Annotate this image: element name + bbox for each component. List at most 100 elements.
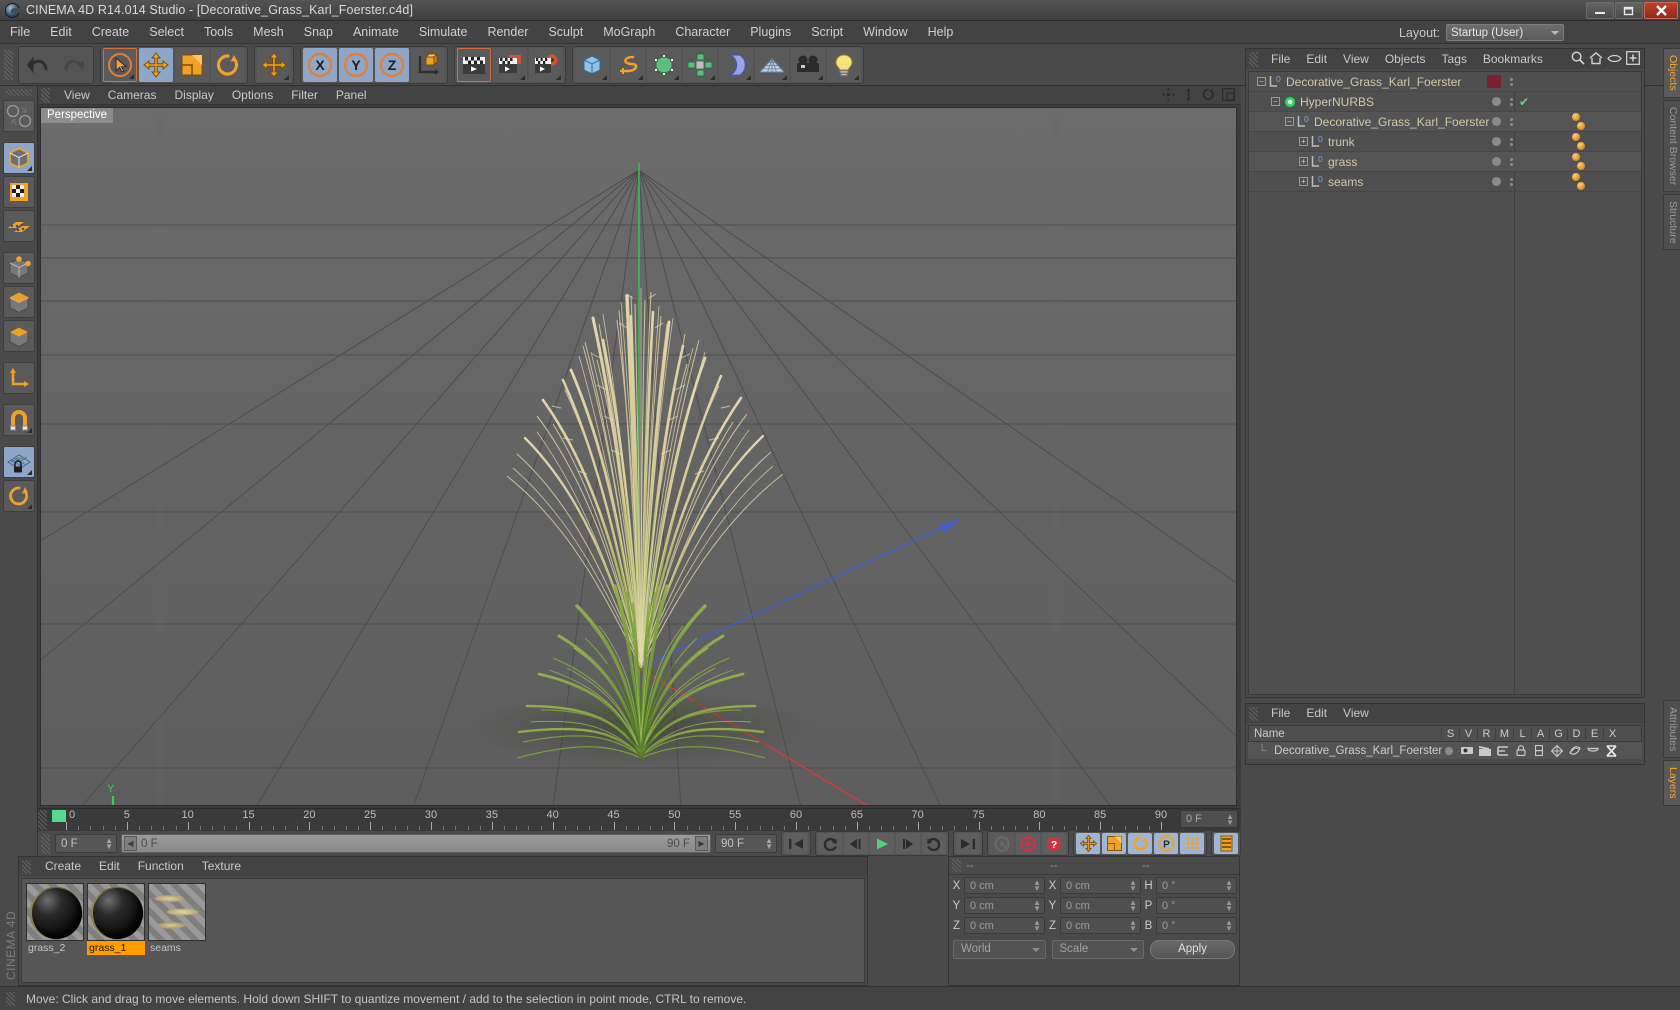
undo-view-button[interactable] xyxy=(2,100,35,132)
workplane-lock-button[interactable] xyxy=(2,446,35,478)
menu-select[interactable]: Select xyxy=(139,21,194,44)
texture-mode-button[interactable] xyxy=(2,176,35,208)
add-camera-button[interactable] xyxy=(791,47,825,82)
layer-menu-edit[interactable]: Edit xyxy=(1298,704,1335,723)
visibility-dot[interactable] xyxy=(1492,117,1501,126)
autokey-button[interactable] xyxy=(990,833,1014,854)
workplane-rotate-button[interactable] xyxy=(2,480,35,512)
layer-expression-cell[interactable] xyxy=(1584,746,1602,755)
select-tool[interactable] xyxy=(103,47,137,82)
visibility-dot[interactable] xyxy=(1492,177,1501,186)
key-parameter-button[interactable]: P xyxy=(1154,833,1178,854)
scrub-right-handle[interactable]: ▶ xyxy=(695,836,708,851)
visibility-dots[interactable] xyxy=(1492,137,1513,146)
object-color-chip[interactable] xyxy=(1487,75,1501,88)
timeline-view-button[interactable] xyxy=(1214,833,1238,854)
add-layer-icon[interactable] xyxy=(1626,51,1640,65)
zoom-view-icon[interactable] xyxy=(1182,88,1195,101)
add-floor-button[interactable] xyxy=(755,47,789,82)
coord-size-y-field[interactable]: 0 cm ▲ ▼ xyxy=(1060,897,1141,914)
material-preview-swatch[interactable] xyxy=(148,883,206,941)
material-menu-edit[interactable]: Edit xyxy=(90,857,129,876)
tab-objects[interactable]: Objects xyxy=(1663,48,1680,98)
status-bar-grip[interactable] xyxy=(6,991,15,1006)
key-position-button[interactable] xyxy=(1076,833,1100,854)
polygon-axis-button[interactable] xyxy=(2,210,35,242)
viewport-menu-view[interactable]: View xyxy=(55,86,99,105)
material-menu-create[interactable]: Create xyxy=(36,857,90,876)
layer-col-g[interactable]: G xyxy=(1549,727,1567,740)
timeline-ruler-body[interactable]: 0 5 10 15 20 25 30 35 40 45 50 55 60 65 70 75 80 85 90 xyxy=(52,809,1241,831)
coord-size-x-field[interactable]: 0 cm ▲ ▼ xyxy=(1060,877,1141,894)
key-pla-button[interactable] xyxy=(1180,833,1204,854)
visibility-toggles[interactable] xyxy=(1510,97,1513,106)
viewport-3d[interactable]: Perspective Y xyxy=(40,107,1237,806)
object-menu-objects[interactable]: Objects xyxy=(1377,49,1434,69)
add-array-button[interactable] xyxy=(683,47,717,82)
spinner-icon[interactable]: ▲ ▼ xyxy=(1033,919,1041,933)
menu-mograph[interactable]: MoGraph xyxy=(593,21,665,44)
layer-manager-cell[interactable] xyxy=(1494,745,1512,756)
viewport-menu-options[interactable]: Options xyxy=(223,86,282,105)
layer-col-a[interactable]: A xyxy=(1531,727,1549,740)
coordinate-system-dropdown[interactable]: World xyxy=(953,939,1046,959)
home-icon[interactable] xyxy=(1589,51,1603,65)
end-frame-field[interactable]: 90 F ▲ ▼ xyxy=(715,834,777,853)
polygon-mode-button[interactable] xyxy=(2,320,35,352)
coord-pos-x-field[interactable]: 0 cm ▲ ▼ xyxy=(964,877,1045,894)
visibility-toggles[interactable] xyxy=(1510,117,1513,126)
add-light-button[interactable] xyxy=(827,47,861,82)
object-menu-bookmarks[interactable]: Bookmarks xyxy=(1475,49,1551,69)
previous-key-button[interactable] xyxy=(818,833,842,854)
layer-menu-file[interactable]: File xyxy=(1263,704,1298,723)
layer-row[interactable]: └ Decorative_Grass_Karl_Foerster xyxy=(1248,742,1642,759)
twisty-toggle[interactable]: + xyxy=(1299,137,1308,146)
spinner-icon[interactable]: ▲ ▼ xyxy=(1129,879,1137,893)
play-button[interactable] xyxy=(870,833,894,854)
layer-menu-view[interactable]: View xyxy=(1335,704,1377,723)
add-cube-button[interactable] xyxy=(575,47,609,82)
material-item-grass_1[interactable]: grass_1 xyxy=(87,883,145,978)
spinner-icon[interactable]: ▲ ▼ xyxy=(1129,919,1137,933)
go-to-end-button[interactable] xyxy=(956,833,980,854)
viewport-menu-panel[interactable]: Panel xyxy=(327,86,376,105)
visibility-dot[interactable] xyxy=(1492,137,1501,146)
pan-view-icon[interactable] xyxy=(1162,88,1175,101)
tab-attributes[interactable]: Attributes xyxy=(1663,700,1680,759)
viewport-menu-display[interactable]: Display xyxy=(165,86,222,105)
toolbar-grip[interactable] xyxy=(4,49,13,80)
move-tool-alt[interactable] xyxy=(257,47,291,82)
rotate-tool[interactable] xyxy=(211,47,245,82)
visibility-dot[interactable] xyxy=(1492,157,1501,166)
menu-help[interactable]: Help xyxy=(918,21,964,44)
search-icon[interactable] xyxy=(1571,51,1585,65)
visibility-dots[interactable] xyxy=(1487,75,1513,88)
table-row[interactable]: − HyperNURBS ✔ xyxy=(1249,92,1641,112)
go-to-start-button[interactable] xyxy=(784,833,808,854)
layer-col-e[interactable]: E xyxy=(1585,727,1603,740)
layer-col-x[interactable]: X xyxy=(1603,727,1621,740)
start-frame-field[interactable]: 0 F ▲ ▼ xyxy=(55,834,117,853)
next-key-button[interactable] xyxy=(922,833,946,854)
layer-animation-cell[interactable] xyxy=(1530,745,1548,756)
scale-tool[interactable] xyxy=(175,47,209,82)
material-preview-swatch[interactable] xyxy=(87,883,145,941)
animation-toolbar-grip[interactable] xyxy=(41,833,50,854)
snap-button[interactable] xyxy=(2,404,35,436)
timeline-scrubber[interactable]: ◀ 0 F ▶ 90 F xyxy=(121,834,711,853)
maximize-view-icon[interactable] xyxy=(1222,88,1235,101)
rotate-view-icon[interactable] xyxy=(1202,88,1215,101)
move-tool[interactable] xyxy=(139,47,173,82)
layer-col-m[interactable]: M xyxy=(1495,727,1513,740)
twisty-toggle[interactable]: + xyxy=(1299,177,1308,186)
coord-rot-b-field[interactable]: 0 ° ▲ ▼ xyxy=(1156,917,1237,934)
menu-sculpt[interactable]: Sculpt xyxy=(538,21,593,44)
twisty-toggle[interactable]: + xyxy=(1299,157,1308,166)
viewport-menu-grip[interactable] xyxy=(41,87,50,103)
step-forward-button[interactable] xyxy=(896,833,920,854)
tab-structure[interactable]: Structure xyxy=(1663,193,1680,251)
layer-deformer-cell[interactable] xyxy=(1566,745,1584,756)
visibility-dot[interactable] xyxy=(1492,97,1501,106)
twisty-toggle[interactable]: − xyxy=(1257,77,1266,86)
active-checkmark-icon[interactable]: ✔ xyxy=(1519,95,1529,109)
